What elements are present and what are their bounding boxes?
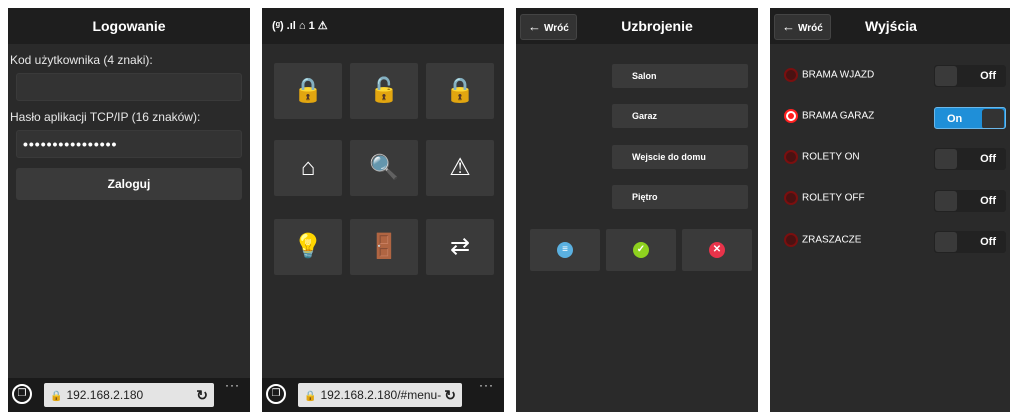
select-all-button[interactable]: ≡: [530, 229, 600, 271]
output-row: BRAMA WJAZD: [784, 68, 874, 82]
outputs-screen: ← Wróć Wyjścia BRAMA WJAZD Off BRAMA GARA…: [770, 8, 1010, 412]
status-indicator-icon: [784, 109, 798, 123]
user-code-label: Kod użytkownika (4 znaki):: [10, 53, 153, 67]
more-menu-icon[interactable]: ···: [225, 378, 240, 392]
toggle-state: Off: [980, 70, 996, 82]
header: Logowanie: [8, 8, 250, 44]
toggle-state: Off: [980, 236, 996, 248]
tabs-icon[interactable]: ❐: [266, 384, 286, 404]
header: ← Wróć Uzbrojenie: [516, 8, 758, 44]
lightbulb-icon[interactable]: 💡: [274, 219, 342, 275]
status-indicator-icon: [784, 150, 798, 164]
door-exit-icon[interactable]: 🚪: [350, 219, 418, 275]
tabs-icon[interactable]: ❐: [12, 384, 32, 404]
reload-icon[interactable]: ↻: [444, 383, 456, 407]
cancel-icon: ✕: [709, 242, 725, 258]
reload-icon[interactable]: ↻: [196, 383, 208, 407]
output-row: ROLETY OFF: [784, 191, 865, 205]
password-label: Hasło aplikacji TCP/IP (16 znaków):: [10, 110, 201, 124]
page-title: Wyjścia: [865, 18, 917, 34]
page-title: Uzbrojenie: [621, 18, 693, 34]
output-toggle[interactable]: Off: [934, 148, 1006, 170]
url-field[interactable]: 🔒 192.168.2.180/#menu- ↻: [298, 383, 462, 407]
list-check-icon: ≡: [557, 242, 573, 258]
user-code-field[interactable]: [16, 73, 242, 101]
url-field[interactable]: 🔒 192.168.2.180 ↻: [44, 383, 214, 407]
url-text: 192.168.2.180: [66, 388, 144, 402]
output-name: ROLETY OFF: [802, 192, 865, 204]
zone-salon[interactable]: Salon: [612, 64, 748, 88]
more-menu-icon[interactable]: ···: [479, 378, 494, 392]
zone-pietro[interactable]: Piętro: [612, 185, 748, 209]
login-screen: Logowanie Kod użytkownika (4 znaki): Has…: [8, 8, 250, 412]
output-name: BRAMA GARAZ: [802, 110, 875, 122]
status-indicator-icon: [784, 68, 798, 82]
address-bar: ❐ 🔒 192.168.2.180 ↻ ···: [8, 378, 250, 412]
output-row: ROLETY ON: [784, 150, 860, 164]
red-lock-icon[interactable]: 🔒: [274, 63, 342, 119]
cancel-button[interactable]: ✕: [682, 229, 752, 271]
lock-icon: 🔒: [50, 391, 63, 402]
zone-wejscie[interactable]: Wejscie do domu: [612, 145, 748, 169]
purple-lock-icon[interactable]: 🔒: [426, 63, 494, 119]
toggle-state: Off: [980, 153, 996, 165]
status-indicator-icon: [784, 191, 798, 205]
document-transfer-icon[interactable]: ⇄: [426, 219, 494, 275]
output-toggle[interactable]: Off: [934, 65, 1006, 87]
output-name: ROLETY ON: [802, 151, 860, 163]
password-field[interactable]: ••••••••••••••••: [16, 130, 242, 158]
arrow-left-icon: ←: [528, 19, 541, 34]
output-row: BRAMA GARAZ: [784, 109, 874, 123]
arming-screen: ← Wróć Uzbrojenie Salon Garaz Wejscie do …: [516, 8, 758, 412]
output-toggle[interactable]: On: [934, 107, 1006, 129]
output-name: BRAMA WJAZD: [802, 69, 875, 81]
green-lock-icon[interactable]: 🔓: [350, 63, 418, 119]
output-row: ZRASZACZE: [784, 233, 861, 247]
menu-screen: (ᵍ) .ıl ⌂ 1 ⚠ 🔒 🔓 🔒 ⌂ 🔍 ⚠ 💡 🚪 ⇄ ❐ 🔒 192.1…: [262, 8, 504, 412]
address-bar: ❐ 🔒 192.168.2.180/#menu- ↻ ···: [262, 378, 504, 412]
output-toggle[interactable]: Off: [934, 190, 1006, 212]
status-indicator-icon: [784, 233, 798, 247]
login-button[interactable]: Zaloguj: [16, 168, 242, 200]
document-search-icon[interactable]: 🔍: [350, 140, 418, 196]
confirm-button[interactable]: ✓: [606, 229, 676, 271]
url-text: 192.168.2.180/#menu-: [320, 388, 442, 402]
confirm-icon: ✓: [633, 242, 649, 258]
page-title: Logowanie: [92, 18, 166, 34]
zone-garaz[interactable]: Garaz: [612, 104, 748, 128]
header: ← Wróć Wyjścia: [770, 8, 1010, 44]
house-search-icon[interactable]: ⌂: [274, 140, 342, 196]
lock-icon: 🔒: [304, 391, 317, 402]
output-name: ZRASZACZE: [802, 234, 862, 246]
toggle-state: Off: [980, 195, 996, 207]
output-toggle[interactable]: Off: [934, 231, 1006, 253]
warning-icon[interactable]: ⚠: [426, 140, 494, 196]
status-bar: (ᵍ) .ıl ⌂ 1 ⚠: [262, 8, 504, 44]
toggle-state: On: [947, 113, 963, 125]
